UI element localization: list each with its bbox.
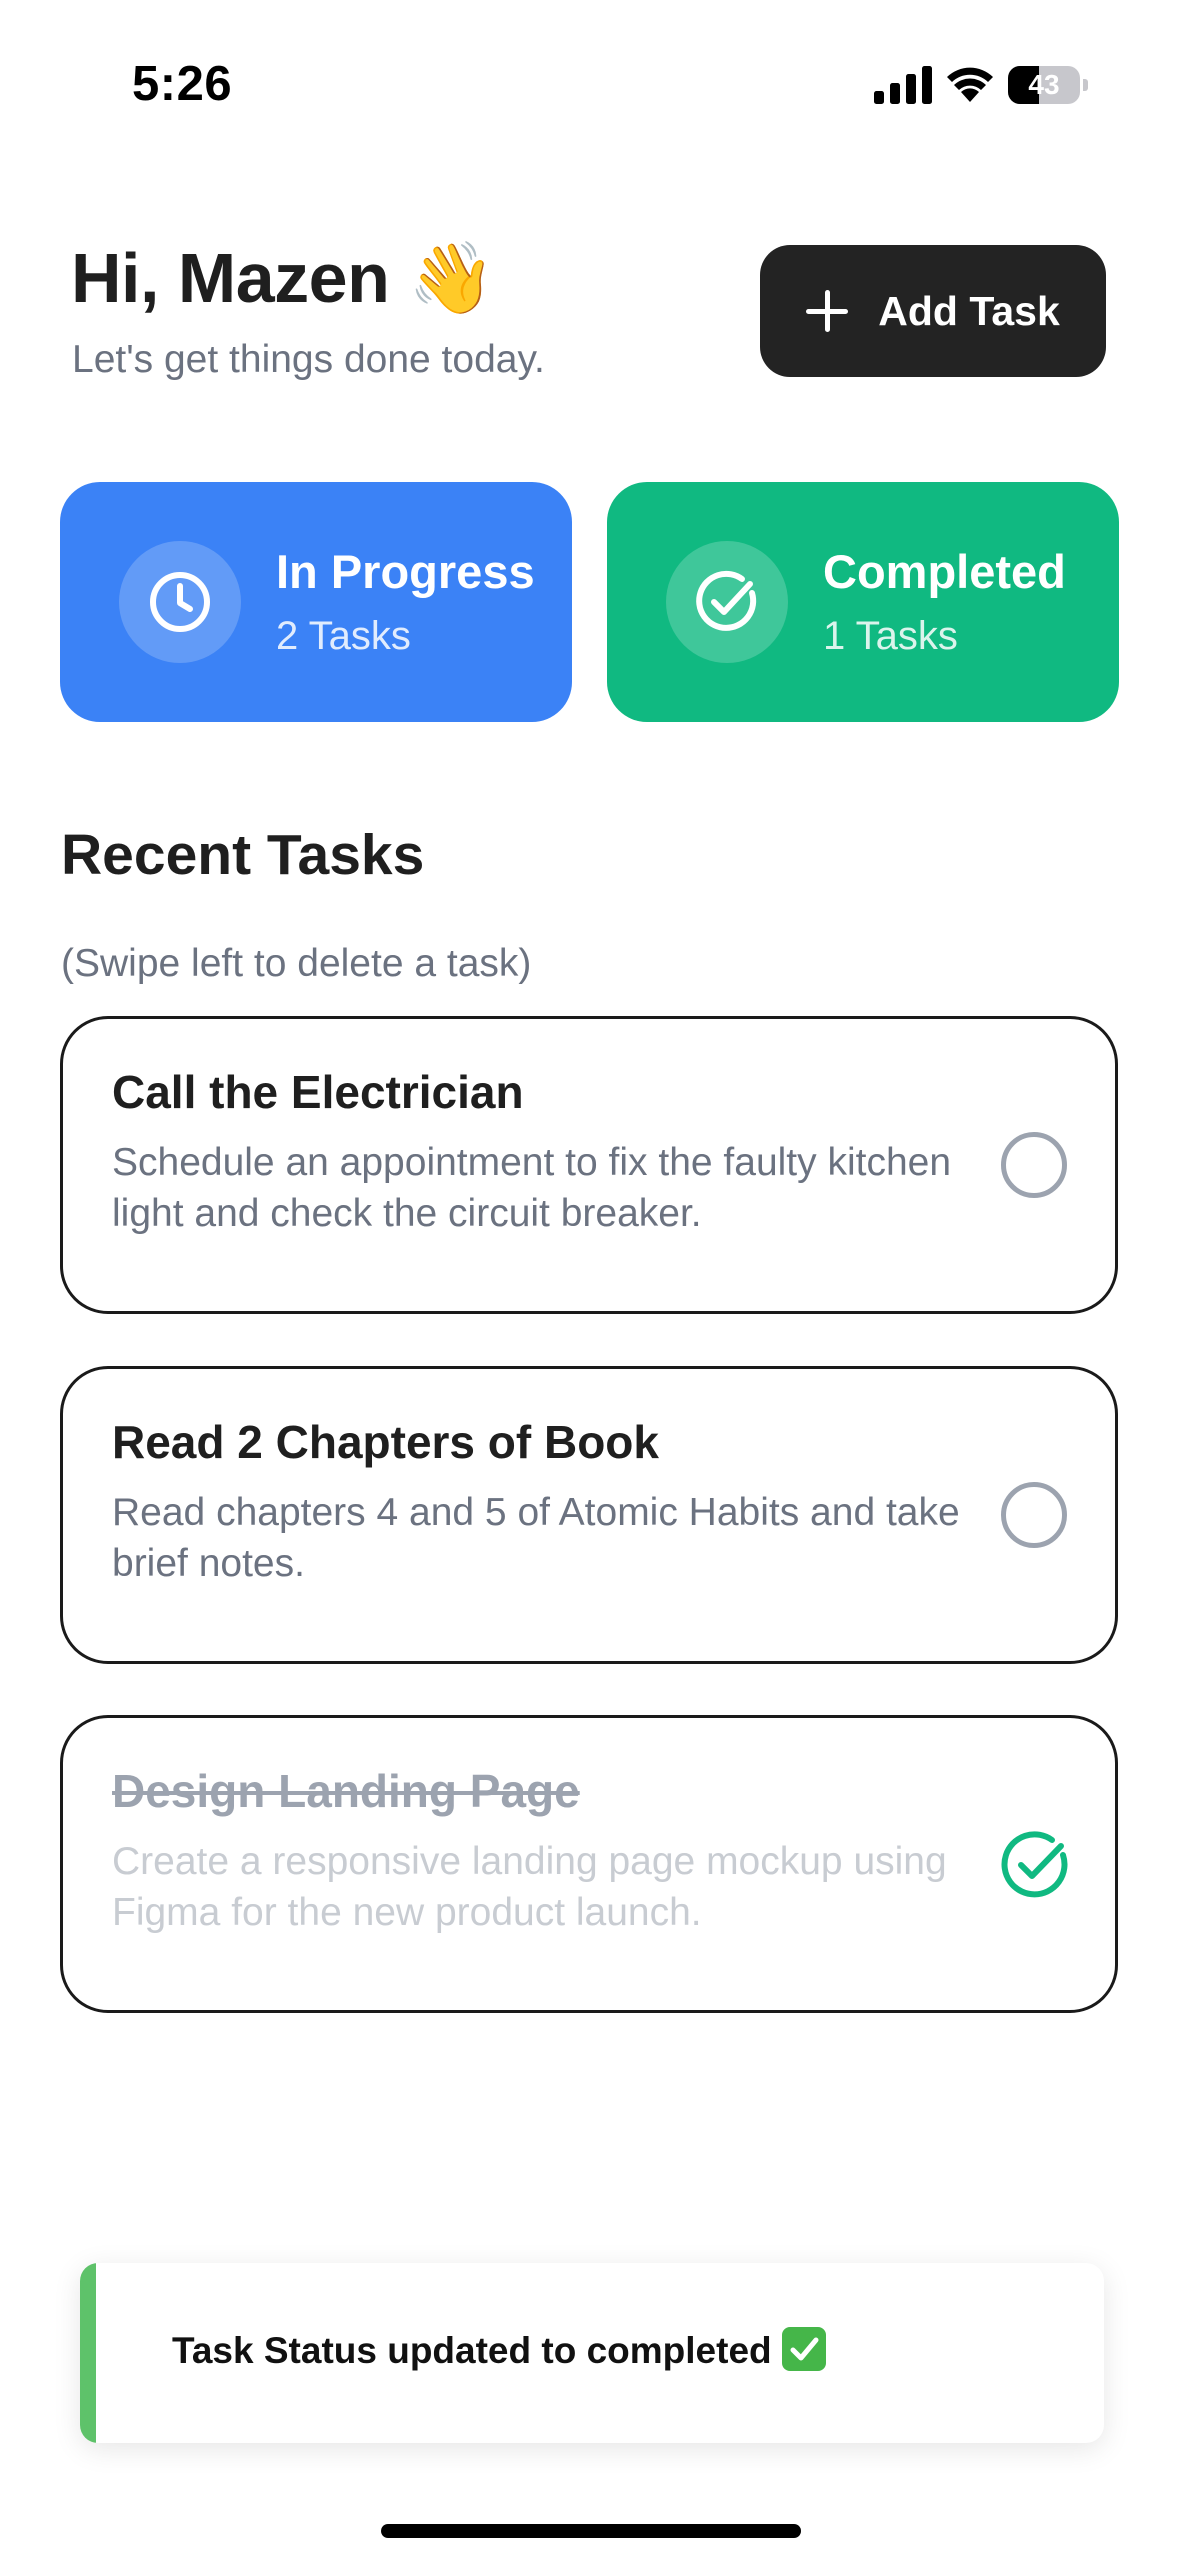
status-bar: 5:26 43 <box>0 0 1179 170</box>
greeting: Hi, Mazen 👋 <box>71 238 495 320</box>
task-title: Call the Electrician <box>112 1066 524 1118</box>
recent-tasks-title: Recent Tasks <box>61 823 425 887</box>
clock-icon <box>119 541 241 663</box>
completed-count: 1 Tasks <box>823 614 958 658</box>
task-card[interactable]: Design Landing Page Create a responsive … <box>60 1715 1118 2013</box>
in-progress-card[interactable]: In Progress 2 Tasks <box>60 482 572 722</box>
toast-message-wrap: Task Status updated to completed <box>172 2327 826 2372</box>
greeting-text: Hi, Mazen <box>71 239 390 317</box>
check-mark-button-icon <box>781 2327 826 2371</box>
completed-card[interactable]: Completed 1 Tasks <box>607 482 1119 722</box>
toast-accent-bar <box>80 2263 96 2443</box>
toast-message: Task Status updated to completed <box>172 2330 772 2371</box>
completed-check-icon[interactable] <box>999 1829 1071 1901</box>
task-status-checkbox[interactable] <box>1001 1482 1067 1548</box>
battery-icon: 43 <box>1008 66 1088 104</box>
completed-title: Completed <box>823 545 1066 598</box>
task-title: Design Landing Page <box>112 1765 580 1817</box>
status-time: 5:26 <box>132 57 233 111</box>
task-card[interactable]: Call the Electrician Schedule an appoint… <box>60 1016 1118 1314</box>
waving-hand-icon: 👋 <box>408 239 495 317</box>
toast-notification[interactable]: Task Status updated to completed <box>80 2263 1104 2443</box>
task-status-checkbox[interactable] <box>1001 1132 1067 1198</box>
cellular-signal-icon <box>874 66 932 104</box>
in-progress-count: 2 Tasks <box>276 614 411 658</box>
in-progress-title: In Progress <box>276 545 535 598</box>
wifi-icon <box>947 67 993 102</box>
task-title: Read 2 Chapters of Book <box>112 1416 659 1468</box>
task-card[interactable]: Read 2 Chapters of Book Read chapters 4 … <box>60 1366 1118 1664</box>
add-task-label: Add Task <box>878 287 1060 334</box>
check-circle-icon <box>666 541 788 663</box>
task-description: Read chapters 4 and 5 of Atomic Habits a… <box>112 1491 960 1585</box>
add-task-button[interactable]: Add Task <box>760 245 1106 377</box>
plus-icon <box>806 290 849 332</box>
task-description: Schedule an appointment to fix the fault… <box>112 1141 952 1235</box>
subtitle: Let's get things done today. <box>72 338 545 381</box>
task-description: Create a responsive landing page mockup … <box>112 1840 947 1934</box>
home-indicator[interactable] <box>381 2524 801 2538</box>
battery-level: 43 <box>1028 69 1060 100</box>
swipe-hint: (Swipe left to delete a task) <box>61 942 532 985</box>
